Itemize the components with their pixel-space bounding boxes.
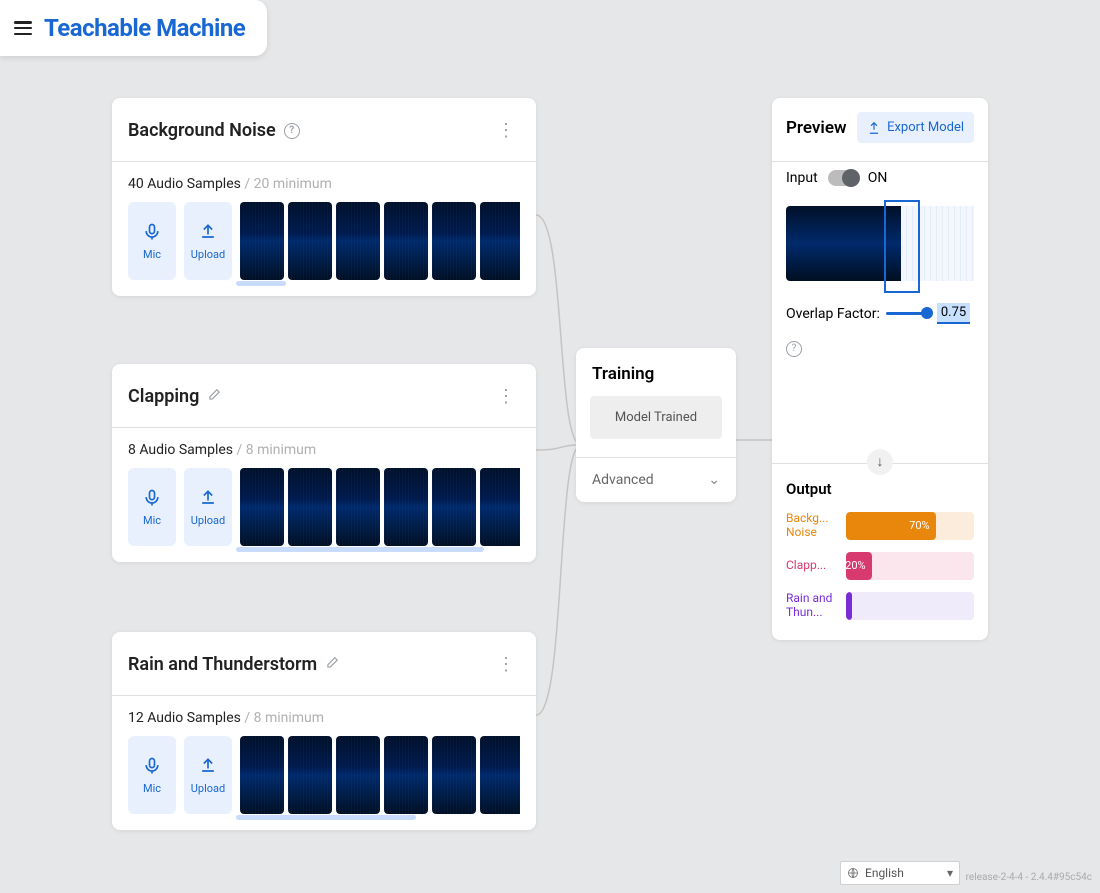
- training-title: Training: [576, 348, 736, 396]
- edit-icon[interactable]: [325, 654, 339, 675]
- mic-icon: [142, 222, 162, 242]
- samples-count: 8 Audio Samples / 8 minimum: [128, 442, 520, 458]
- kebab-icon[interactable]: ⋮: [491, 382, 520, 411]
- release-version: release-2-4-4 - 2.4.4#95c54c: [966, 872, 1092, 883]
- class-title[interactable]: Rain and Thunderstorm: [128, 654, 317, 675]
- upload-icon: [198, 222, 218, 242]
- scrollbar[interactable]: [236, 547, 484, 552]
- sample-thumbnails[interactable]: [240, 468, 520, 546]
- overlap-slider[interactable]: [886, 312, 931, 315]
- output-progress-fill: 70%: [846, 512, 936, 540]
- help-icon[interactable]: ?: [786, 341, 802, 357]
- output-progress-fill: 20%: [846, 552, 872, 580]
- arrow-down-icon: ↓: [867, 449, 893, 475]
- samples-count: 12 Audio Samples / 8 minimum: [128, 710, 520, 726]
- advanced-toggle[interactable]: Advanced ⌄: [576, 457, 736, 502]
- upload-icon: [198, 488, 218, 508]
- output-progress-track: %: [846, 592, 974, 620]
- preview-card: Preview Export Model Input ON Overlap Fa…: [772, 98, 988, 640]
- preview-title: Preview: [786, 118, 847, 138]
- output-progress-track: 20%: [846, 552, 974, 580]
- upload-button[interactable]: Upload: [184, 736, 232, 814]
- mic-icon: [142, 488, 162, 508]
- training-card: Training Model Trained Advanced ⌄: [576, 348, 736, 502]
- live-spectrogram: [786, 206, 974, 281]
- input-toggle[interactable]: [828, 170, 858, 186]
- scrollbar[interactable]: [236, 815, 416, 820]
- help-icon[interactable]: ?: [284, 123, 300, 139]
- input-status: ON: [868, 170, 888, 186]
- mic-button[interactable]: Mic: [128, 202, 176, 280]
- chevron-down-icon: ⌄: [708, 472, 720, 488]
- output-label: Backg... Noise: [786, 512, 836, 538]
- class-title[interactable]: Background Noise: [128, 120, 276, 141]
- menu-icon[interactable]: [14, 21, 32, 35]
- overlap-factor-row: Overlap Factor: 0.75: [772, 281, 988, 330]
- export-model-button[interactable]: Export Model: [857, 112, 974, 143]
- mic-button[interactable]: Mic: [128, 468, 176, 546]
- upload-button[interactable]: Upload: [184, 202, 232, 280]
- globe-icon: [847, 867, 859, 879]
- upload-button[interactable]: Upload: [184, 468, 232, 546]
- output-label: Rain and Thun...: [786, 592, 836, 618]
- input-label: Input: [786, 170, 818, 186]
- kebab-icon[interactable]: ⋮: [491, 116, 520, 145]
- output-bar: Clapp... 20%: [772, 546, 988, 586]
- sample-thumbnails[interactable]: [240, 202, 520, 280]
- edit-icon[interactable]: [207, 386, 221, 407]
- scrollbar[interactable]: [236, 281, 286, 286]
- sample-thumbnails[interactable]: [240, 736, 520, 814]
- samples-count: 40 Audio Samples / 20 minimum: [128, 176, 520, 192]
- class-card-rain-thunderstorm: Rain and Thunderstorm ⋮ 12 Audio Samples…: [112, 632, 536, 830]
- output-bar: Rain and Thun... %: [772, 586, 988, 626]
- playhead-cursor: [884, 200, 920, 293]
- upload-icon: [198, 756, 218, 776]
- output-bar: Backg... Noise 70%: [772, 506, 988, 546]
- app-header: Teachable Machine: [0, 0, 267, 56]
- export-icon: [867, 121, 881, 135]
- class-card-clapping: Clapping ⋮ 8 Audio Samples / 8 minimum M…: [112, 364, 536, 562]
- overlap-value[interactable]: 0.75: [937, 303, 970, 324]
- language-selector[interactable]: English: [840, 861, 960, 885]
- app-title: Teachable Machine: [44, 14, 245, 42]
- train-model-button[interactable]: Model Trained: [590, 396, 722, 439]
- kebab-icon[interactable]: ⋮: [491, 650, 520, 679]
- output-progress-fill: %: [846, 592, 852, 620]
- class-title[interactable]: Clapping: [128, 386, 199, 407]
- class-card-background-noise: Background Noise ? ⋮ 40 Audio Samples / …: [112, 98, 536, 296]
- mic-icon: [142, 756, 162, 776]
- output-label: Clapp...: [786, 559, 836, 572]
- output-progress-track: 70%: [846, 512, 974, 540]
- mic-button[interactable]: Mic: [128, 736, 176, 814]
